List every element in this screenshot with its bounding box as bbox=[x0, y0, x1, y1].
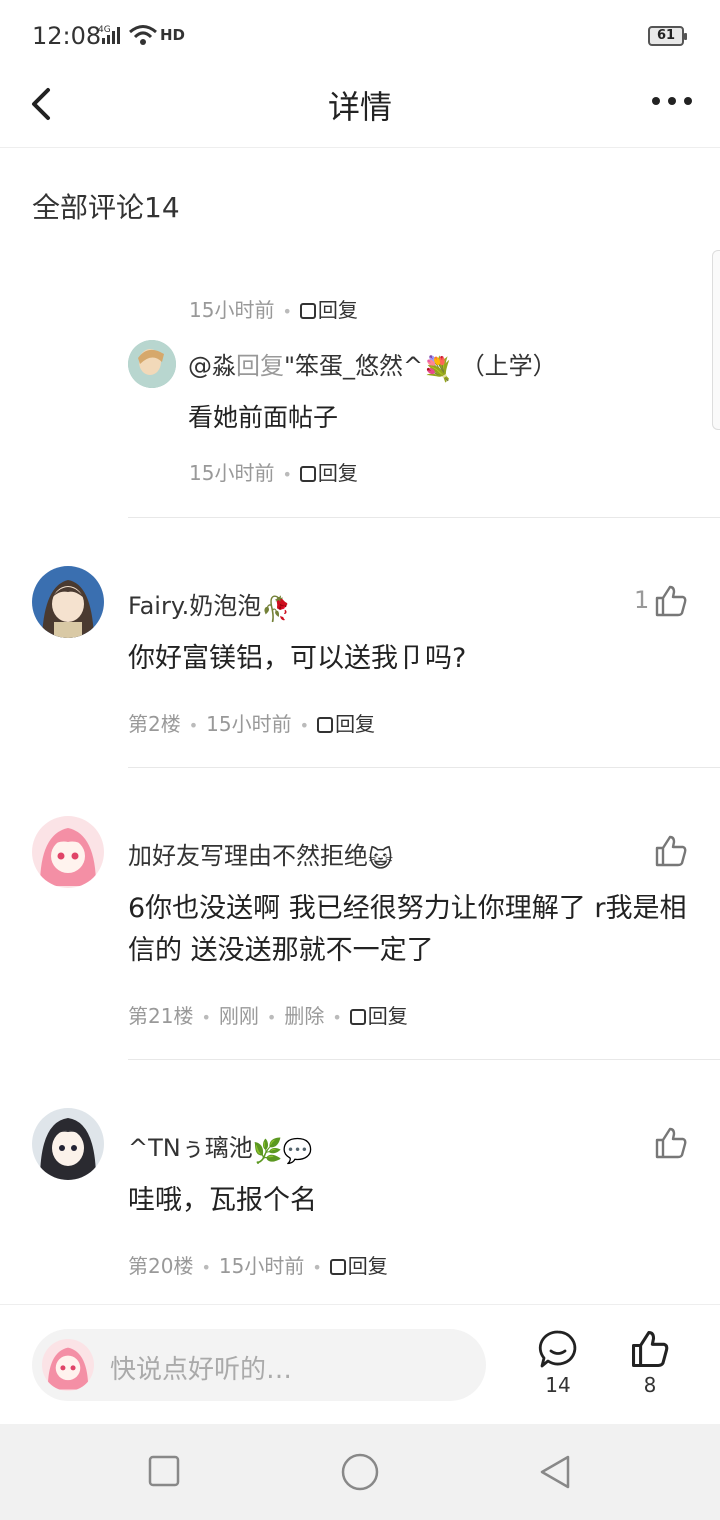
back-triangle-icon[interactable] bbox=[538, 1454, 572, 1490]
comment-username[interactable]: 加好友写理由不然拒绝😺 bbox=[128, 836, 393, 873]
comment-text: 你好富镁铝，可以送我卩吗? bbox=[128, 643, 467, 674]
delete-button[interactable]: 删除 bbox=[284, 1004, 324, 1028]
reply-meta: 15小时前 • 回复 bbox=[189, 298, 358, 322]
comment-meta: 第20楼 • 15小时前 • 回复 bbox=[128, 1254, 388, 1278]
avatar-image bbox=[32, 816, 104, 888]
avatar[interactable] bbox=[128, 340, 176, 388]
username-text: ^TNぅ璃池 bbox=[128, 1134, 253, 1162]
comment-text: 哇哦，瓦报个名 bbox=[128, 1185, 317, 1216]
avatar bbox=[42, 1339, 94, 1391]
like-count: 1 bbox=[634, 586, 650, 614]
floor-number: 第21楼 bbox=[128, 1004, 194, 1028]
reply-label: 回复 bbox=[367, 1004, 408, 1028]
like-button[interactable]: 8 bbox=[620, 1329, 680, 1397]
reply-label: 回复 bbox=[317, 298, 358, 322]
comment-count: 14 bbox=[545, 1373, 571, 1397]
username-text: 加好友写理由不然拒绝 bbox=[128, 842, 368, 870]
floor-number: 第2楼 bbox=[128, 712, 181, 736]
leaf-emoji: 🌿💬 bbox=[252, 1137, 313, 1165]
reply-label: 回复 bbox=[335, 712, 376, 736]
wifi-icon bbox=[129, 25, 157, 45]
comment-username[interactable]: ^TNぅ璃池🌿💬 bbox=[128, 1128, 313, 1165]
reply-icon bbox=[317, 717, 334, 733]
reply-icon bbox=[329, 1259, 346, 1275]
reply-button[interactable]: 回复 bbox=[299, 461, 358, 485]
reply-icon bbox=[299, 303, 316, 319]
reply-target[interactable]: "笨蛋_悠然^ bbox=[284, 352, 423, 380]
thumbs-up-icon[interactable] bbox=[654, 1126, 688, 1160]
comment-input-bar: 快说点好听的… 14 8 bbox=[0, 1304, 720, 1424]
avatar[interactable] bbox=[32, 566, 104, 638]
avatar[interactable] bbox=[32, 1108, 104, 1180]
sub-reply-meta: 15小时前 • 回复 bbox=[189, 461, 358, 485]
status-time: 12:08 bbox=[32, 22, 102, 50]
floor-number: 第20楼 bbox=[128, 1254, 194, 1278]
comment-time: 15小时前 bbox=[218, 1254, 305, 1278]
thumbs-up-icon[interactable] bbox=[654, 584, 688, 618]
sub-reply-user[interactable]: @淼 bbox=[188, 352, 236, 380]
recent-apps-icon[interactable] bbox=[148, 1454, 180, 1488]
system-nav-bar bbox=[0, 1424, 720, 1520]
nav-bar: 详情 bbox=[0, 68, 720, 148]
thumbs-up-icon[interactable] bbox=[654, 834, 688, 868]
comment-count-button[interactable]: 14 bbox=[528, 1329, 588, 1397]
comment-bubble-icon bbox=[538, 1330, 577, 1368]
divider bbox=[128, 1059, 720, 1060]
comments-section-title: 全部评论14 bbox=[32, 191, 180, 224]
hd-badge: HD bbox=[160, 26, 186, 44]
home-icon[interactable] bbox=[340, 1452, 380, 1492]
battery-indicator: 61 bbox=[648, 26, 687, 46]
reply-label: 回复 bbox=[347, 1254, 388, 1278]
reply-icon bbox=[299, 466, 316, 482]
reply-time: 15小时前 bbox=[189, 461, 275, 485]
comment-meta: 第2楼 • 15小时前 • 回复 bbox=[128, 712, 376, 736]
comment-meta: 第21楼 • 刚刚 • 删除 • 回复 bbox=[128, 1004, 408, 1028]
reply-label: 回复 bbox=[317, 461, 358, 485]
reply-button[interactable]: 回复 bbox=[329, 1254, 388, 1278]
comment-username[interactable]: Fairy.奶泡泡🥀 bbox=[128, 586, 291, 623]
cat-emoji: 😺 bbox=[368, 845, 394, 873]
username-text: Fairy.奶泡泡 bbox=[128, 592, 262, 620]
sub-reply-header: @淼回复"笨蛋_悠然^💐 （上学） bbox=[188, 346, 557, 383]
avatar-image bbox=[42, 1339, 94, 1391]
reply-word: 回复 bbox=[236, 352, 284, 380]
flower-emoji: 💐 bbox=[423, 355, 454, 383]
avatar-image bbox=[128, 340, 176, 388]
comment-text: 6你也没送啊 我已经很努力让你理解了 r我是相信的 送没送那就不一定了 bbox=[128, 893, 687, 966]
avatar[interactable] bbox=[32, 816, 104, 888]
status-bar: 12:08 4G HD 61 bbox=[0, 0, 720, 68]
like-count: 8 bbox=[643, 1373, 657, 1397]
comment-input[interactable]: 快说点好听的… bbox=[32, 1329, 486, 1401]
divider bbox=[128, 767, 720, 768]
reply-target-suffix: （上学） bbox=[460, 352, 557, 380]
sub-reply-text: 看她前面帖子 bbox=[188, 403, 339, 432]
reply-button[interactable]: 回复 bbox=[299, 298, 358, 322]
signal-icon: 4G bbox=[98, 25, 120, 44]
more-dots-icon[interactable] bbox=[648, 86, 696, 116]
reply-icon bbox=[349, 1009, 366, 1025]
divider bbox=[128, 517, 720, 518]
reply-time: 15小时前 bbox=[189, 298, 275, 322]
rose-emoji: 🥀 bbox=[261, 595, 292, 623]
avatar-image bbox=[32, 566, 104, 638]
network-label: 4G bbox=[98, 25, 111, 35]
thumbs-up-icon bbox=[632, 1331, 669, 1367]
input-placeholder: 快说点好听的… bbox=[110, 1355, 293, 1385]
reply-button[interactable]: 回复 bbox=[349, 1004, 408, 1028]
reply-button[interactable]: 回复 bbox=[317, 712, 375, 736]
comment-time: 刚刚 bbox=[218, 1004, 259, 1028]
comment-time: 15小时前 bbox=[206, 712, 292, 736]
avatar-image bbox=[32, 1108, 104, 1180]
page-title: 详情 bbox=[327, 88, 392, 126]
